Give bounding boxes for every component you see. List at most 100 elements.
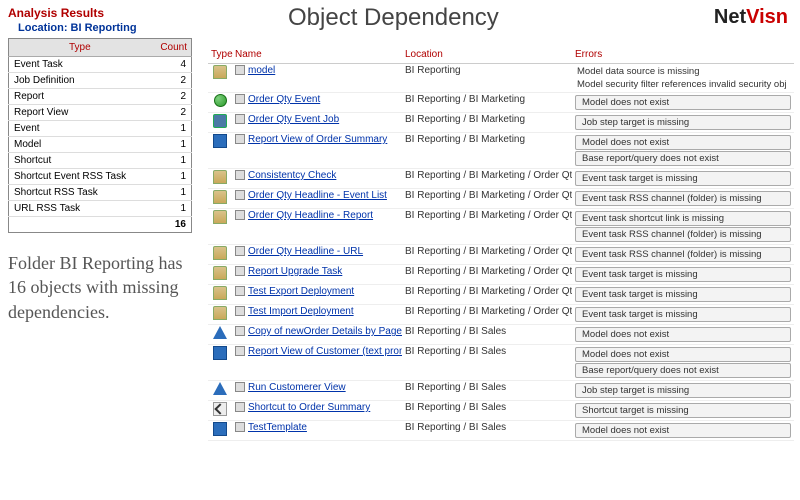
summary-row: Event Task4 [9, 57, 192, 73]
object-link[interactable]: model [248, 65, 275, 76]
object-link[interactable]: Shortcut to Order Summary [248, 402, 370, 413]
object-icon [235, 402, 245, 412]
ball-icon [214, 94, 227, 107]
sc-icon [213, 402, 227, 416]
grid-header-errors: Errors [572, 46, 794, 64]
summary-count: 1 [151, 169, 192, 185]
summary-type: Event Task [9, 57, 151, 73]
blue-icon [213, 422, 227, 436]
clip-icon [213, 266, 227, 280]
summary-row: Report View2 [9, 105, 192, 121]
clip-icon [213, 65, 227, 79]
blue-icon [213, 134, 227, 148]
error-badge: Model does not exist [575, 95, 791, 110]
object-location: BI Reporting / BI Marketing [402, 113, 572, 133]
error-badge: Event task target is missing [575, 307, 791, 322]
summary-table: Type Count Event Task4Job Definition2Rep… [8, 38, 192, 233]
object-icon [235, 266, 245, 276]
summary-type: Report View [9, 105, 151, 121]
object-link[interactable]: Order Qty Headline - URL [248, 246, 363, 257]
object-icon [235, 65, 245, 75]
summary-row: Model1 [9, 137, 192, 153]
error-badge: Event task target is missing [575, 171, 791, 186]
object-location: BI Reporting / BI Marketing / Order Qty … [402, 209, 572, 245]
object-location: BI Reporting / BI Marketing / Order Qty … [402, 285, 572, 305]
grid-row: Order Qty Headline - URLBI Reporting / B… [208, 245, 794, 265]
object-location: BI Reporting / BI Sales [402, 381, 572, 401]
object-link[interactable]: Order Qty Event Job [248, 114, 339, 125]
object-icon [235, 306, 245, 316]
object-link[interactable]: Order Qty Headline - Event List [248, 190, 387, 201]
summary-row: Job Definition2 [9, 73, 192, 89]
summary-type: Job Definition [9, 73, 151, 89]
summary-count: 2 [151, 105, 192, 121]
summary-total: 16 [151, 217, 192, 233]
summary-count: 1 [151, 137, 192, 153]
grid-row: Report View of Customer (text prompt)BI … [208, 345, 794, 381]
object-icon [235, 326, 245, 336]
object-icon [235, 422, 245, 432]
object-location: BI Reporting / BI Sales [402, 421, 572, 441]
grid-row: Shortcut to Order SummaryBI Reporting / … [208, 401, 794, 421]
object-location: BI Reporting / BI Marketing / Order Qty … [402, 305, 572, 325]
object-icon [235, 210, 245, 220]
object-icon [235, 190, 245, 200]
grid-row: Copy of newOrder Details by Page2BI Repo… [208, 325, 794, 345]
grid-row: Order Qty EventBI Reporting / BI Marketi… [208, 93, 794, 113]
summary-type: Event [9, 121, 151, 137]
summary-row: Shortcut RSS Task1 [9, 185, 192, 201]
error-badge: Event task target is missing [575, 287, 791, 302]
summary-blurb: Folder BI Reporting has 16 objects with … [8, 251, 192, 324]
error-badge: Base report/query does not exist [575, 363, 791, 378]
summary-header-type: Type [9, 39, 151, 57]
object-link[interactable]: Report View of Customer (text prompt) [248, 346, 402, 357]
error-badge: Model does not exist [575, 327, 791, 342]
object-icon [235, 134, 245, 144]
error-badge: Model does not exist [575, 347, 791, 362]
summary-count: 1 [151, 185, 192, 201]
analysis-title: Analysis Results [8, 6, 192, 20]
object-location: BI Reporting / BI Marketing / Order Qty … [402, 265, 572, 285]
grid-row: Consistentcy CheckBI Reporting / BI Mark… [208, 169, 794, 189]
summary-count: 2 [151, 89, 192, 105]
tri-icon [213, 326, 227, 339]
object-link[interactable]: Consistentcy Check [248, 170, 336, 181]
clip-icon [213, 246, 227, 260]
summary-type: Report [9, 89, 151, 105]
gears-icon [213, 114, 227, 128]
object-link[interactable]: Run Customerer View [248, 382, 346, 393]
object-link[interactable]: Copy of newOrder Details by Page2 [248, 326, 402, 337]
grid-row: TestTemplateBI Reporting / BI SalesModel… [208, 421, 794, 441]
grid-header-location: Location [402, 46, 572, 64]
summary-header-count: Count [151, 39, 192, 57]
clip-icon [213, 306, 227, 320]
grid-header-type: Type [208, 46, 232, 64]
error-badge: Model does not exist [575, 135, 791, 150]
object-link[interactable]: Report View of Order Summary [248, 134, 387, 145]
object-icon [235, 246, 245, 256]
summary-row: Event1 [9, 121, 192, 137]
summary-count: 2 [151, 73, 192, 89]
object-icon [235, 94, 245, 104]
summary-count: 1 [151, 121, 192, 137]
object-link[interactable]: Report Upgrade Task [248, 266, 342, 277]
object-link[interactable]: Test Import Deployment [248, 306, 354, 317]
grid-row: Test Import Deployment BI Reporting / BI … [208, 305, 794, 325]
grid-row: Order Qty Headline - Event ListBI Report… [208, 189, 794, 209]
object-link[interactable]: TestTemplate [248, 422, 307, 433]
object-link[interactable]: Order Qty Event [248, 94, 320, 105]
summary-type: Shortcut Event RSS Task [9, 169, 151, 185]
error-badge: Base report/query does not exist [575, 151, 791, 166]
object-link[interactable]: Order Qty Headline - Report [248, 210, 373, 221]
summary-type: URL RSS Task [9, 201, 151, 217]
page-title: Object Dependency [208, 4, 794, 32]
brand-logo: NetVisn [714, 6, 788, 29]
summary-type: Shortcut RSS Task [9, 185, 151, 201]
error-badge: Shortcut target is missing [575, 403, 791, 418]
tri-icon [213, 382, 227, 395]
object-link[interactable]: Test Export Deployment [248, 286, 354, 297]
summary-type: Model [9, 137, 151, 153]
grid-row: Test Export Deployment BI Reporting / BI … [208, 285, 794, 305]
error-badge: Event task shortcut link is missing [575, 211, 791, 226]
object-location: BI Reporting [402, 64, 572, 93]
